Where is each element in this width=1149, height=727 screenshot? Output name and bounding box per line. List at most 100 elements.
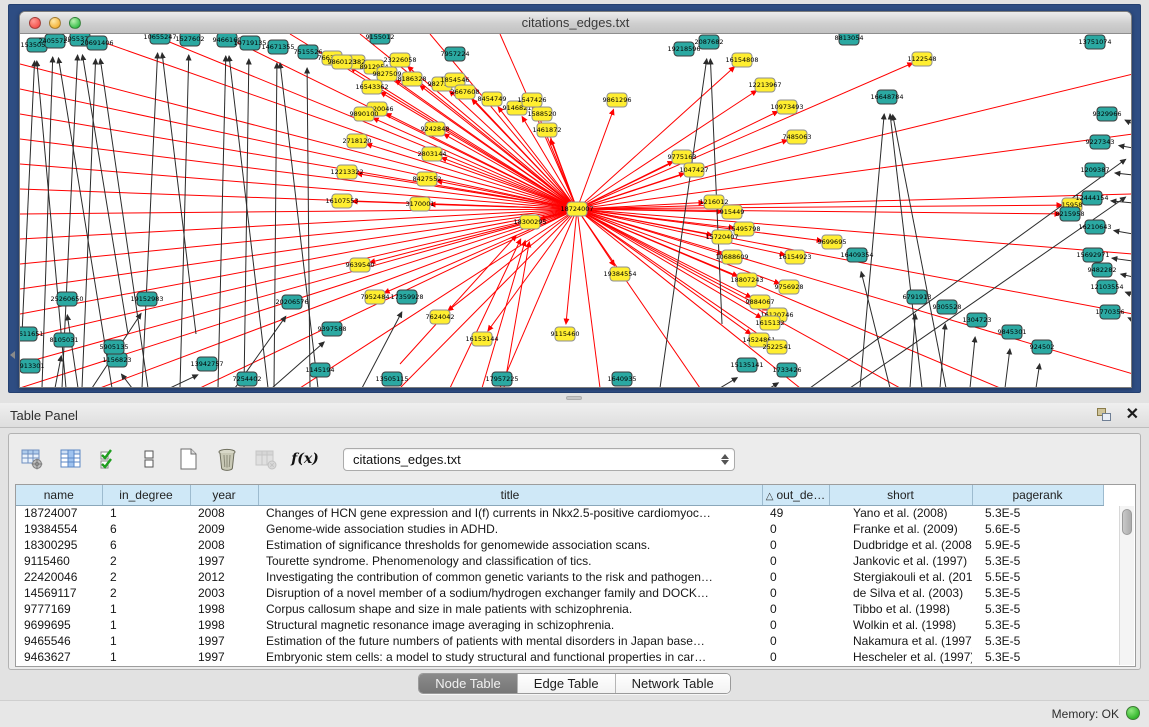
network-graph-canvas[interactable]: 1535051224055724205537222069140610655247… [20, 34, 1132, 388]
graph-node[interactable]: 2667608 [451, 85, 480, 99]
cell-outdeg[interactable]: 0 [762, 585, 829, 601]
graph-node[interactable]: 1461872 [533, 123, 562, 137]
cell-title[interactable]: Changes of HCN gene expression and I(f) … [258, 505, 762, 521]
modify-table-icon[interactable] [19, 446, 45, 472]
graph-node[interactable]: 7254402 [233, 372, 262, 386]
graph-node[interactable]: 9775163 [668, 150, 697, 164]
cell-short[interactable]: Dudbridge et al. (2008) [829, 537, 972, 553]
table-vertical-scrollbar[interactable] [1119, 506, 1134, 665]
cell-title[interactable]: Disruption of a novel member of a sodium… [258, 585, 762, 601]
graph-node[interactable]: 6791913 [903, 290, 932, 304]
graph-node[interactable]: 16648784 [870, 90, 903, 104]
cell-name[interactable]: 19384554 [16, 521, 102, 537]
graph-node[interactable]: 3170001 [406, 197, 435, 211]
cell-title[interactable]: Embryonic stem cells: a model to study s… [258, 649, 762, 665]
cell-year[interactable]: 2008 [190, 537, 258, 553]
cell-indeg[interactable]: 1 [102, 649, 190, 665]
cell-outdeg[interactable]: 0 [762, 649, 829, 665]
graph-node[interactable]: 9756928 [775, 280, 804, 294]
graph-node[interactable]: 17957225 [485, 372, 518, 386]
graph-node[interactable]: 9861296 [603, 93, 632, 107]
graph-node[interactable]: 7952484 [361, 290, 390, 304]
graph-node[interactable]: 9155012 [366, 34, 395, 44]
cell-indeg[interactable]: 2 [102, 553, 190, 569]
graph-node[interactable]: 1733426 [773, 363, 802, 377]
graph-node[interactable]: 12213322 [330, 165, 363, 179]
cell-year[interactable]: 2009 [190, 521, 258, 537]
cell-year[interactable]: 1998 [190, 617, 258, 633]
graph-node[interactable]: 8215958 [1056, 207, 1085, 221]
graph-node[interactable]: 1527602 [176, 34, 205, 46]
column-header-pagerank[interactable]: pagerank [972, 485, 1103, 505]
tab-network-table[interactable]: Network Table [616, 674, 730, 693]
graph-node[interactable]: 1047427 [680, 163, 709, 177]
cell-title[interactable]: Structural magnetic resonance image aver… [258, 617, 762, 633]
cell-name[interactable]: 9463627 [16, 649, 102, 665]
graph-node[interactable]: 12103554 [1090, 280, 1123, 294]
cell-name[interactable]: 9115460 [16, 553, 102, 569]
table-row[interactable]: 977716911998Corpus callosum shape and si… [16, 601, 1103, 617]
graph-node[interactable]: 1156823 [103, 353, 132, 367]
graph-node[interactable]: 9329966 [1093, 107, 1122, 121]
graph-node[interactable]: 1122548 [908, 52, 937, 66]
cell-short[interactable]: Nakamura et al. (1997) [829, 633, 972, 649]
cell-title[interactable]: Estimation of significance thresholds fo… [258, 537, 762, 553]
tab-edge-table[interactable]: Edge Table [518, 674, 616, 693]
graph-node[interactable]: 9305528 [933, 300, 962, 314]
window-titlebar[interactable]: citations_edges.txt [20, 12, 1131, 34]
graph-node[interactable]: 915449 [720, 205, 745, 219]
graph-node[interactable]: 2718120 [343, 134, 372, 148]
column-header-out_de[interactable]: △out_de… [762, 485, 829, 505]
rows-icon[interactable] [136, 446, 162, 472]
cell-indeg[interactable]: 6 [102, 521, 190, 537]
cell-pagerank[interactable]: 5.3E-5 [972, 649, 1103, 665]
cell-title[interactable]: Corpus callosum shape and size in male p… [258, 601, 762, 617]
cell-short[interactable]: Hescheler et al. (1997) [829, 649, 972, 665]
cell-short[interactable]: Yano et al. (2008) [829, 505, 972, 521]
graph-node[interactable]: 16154808 [725, 53, 758, 67]
cell-year[interactable]: 2003 [190, 585, 258, 601]
graph-node[interactable]: 9115460 [551, 327, 580, 341]
select-all-icon[interactable] [97, 446, 123, 472]
column-header-in_degree[interactable]: in_degree [102, 485, 190, 505]
cell-year[interactable]: 1997 [190, 553, 258, 569]
graph-node[interactable]: 9845301 [998, 325, 1027, 339]
graph-node[interactable]: 9397588 [318, 322, 347, 336]
graph-node[interactable]: 1615132 [756, 316, 785, 330]
graph-node[interactable]: 3913301 [20, 359, 44, 373]
delete-attribute-icon[interactable] [214, 446, 240, 472]
graph-node[interactable]: 7485063 [783, 130, 812, 144]
graph-node[interactable]: 12213967 [748, 78, 781, 92]
cell-year[interactable]: 2012 [190, 569, 258, 585]
graph-node[interactable]: 8427552 [413, 172, 442, 186]
cell-pagerank[interactable]: 5.3E-5 [972, 505, 1103, 521]
graph-node[interactable]: 16107553 [325, 194, 358, 208]
cell-title[interactable]: Investigating the contribution of common… [258, 569, 762, 585]
tab-node-table[interactable]: Node Table [419, 674, 518, 693]
split-pane-handle[interactable] [566, 396, 582, 400]
cell-pagerank[interactable]: 5.5E-5 [972, 569, 1103, 585]
graph-node[interactable]: 15135141 [730, 358, 763, 372]
graph-node[interactable]: 2522541 [763, 340, 792, 354]
cell-indeg[interactable]: 1 [102, 633, 190, 649]
graph-node[interactable]: 8813054 [835, 34, 864, 45]
cell-name[interactable]: 9699695 [16, 617, 102, 633]
float-panel-icon[interactable] [1096, 407, 1114, 423]
cell-short[interactable]: Jankovic et al. (1997) [829, 553, 972, 569]
cell-indeg[interactable]: 6 [102, 537, 190, 553]
cell-outdeg[interactable]: 0 [762, 569, 829, 585]
graph-node[interactable]: 1547426 [518, 93, 547, 107]
table-row[interactable]: 946554611997Estimation of the future num… [16, 633, 1103, 649]
table-row[interactable]: 946362711997Embryonic stem cells: a mode… [16, 649, 1103, 665]
table-row[interactable]: 1456911722003Disruption of a novel membe… [16, 585, 1103, 601]
cell-outdeg[interactable]: 0 [762, 537, 829, 553]
graph-node[interactable]: 16210643 [1078, 220, 1111, 234]
cell-pagerank[interactable]: 5.3E-5 [972, 585, 1103, 601]
table-row[interactable]: 969969511998Structural magnetic resonanc… [16, 617, 1103, 633]
cell-pagerank[interactable]: 5.3E-5 [972, 617, 1103, 633]
column-header-name[interactable]: name [16, 485, 102, 505]
graph-node[interactable]: 22611651 [20, 327, 44, 341]
cell-pagerank[interactable]: 5.9E-5 [972, 537, 1103, 553]
graph-node[interactable]: 8186328 [398, 72, 427, 86]
graph-node[interactable]: 1640935 [608, 372, 637, 386]
